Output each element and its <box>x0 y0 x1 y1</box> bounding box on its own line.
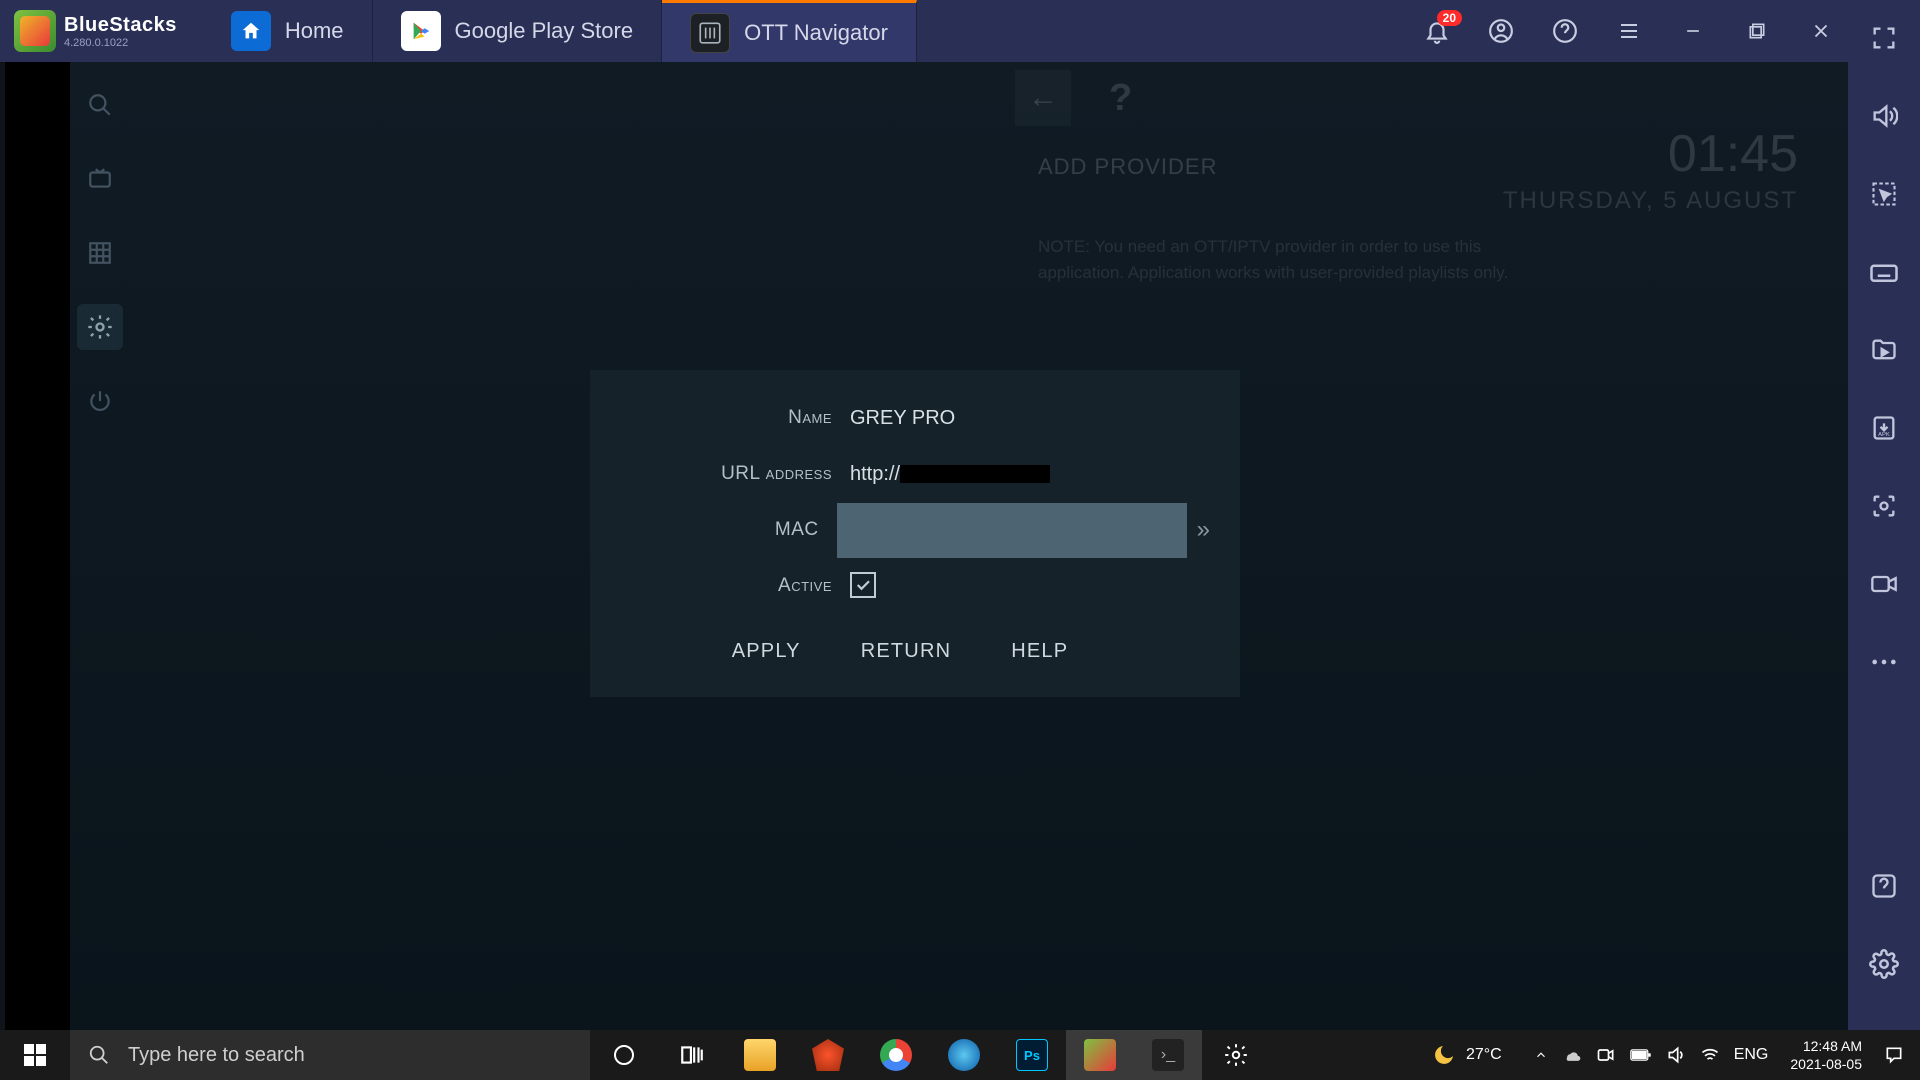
tab-play-store[interactable]: Google Play Store <box>373 0 663 62</box>
return-button[interactable]: RETURN <box>861 640 952 663</box>
help-button[interactable] <box>1550 16 1580 46</box>
hamburger-menu-button[interactable] <box>1614 16 1644 46</box>
taskbar-explorer[interactable] <box>726 1030 794 1080</box>
tab-home-label: Home <box>285 18 344 44</box>
tray-wifi-icon[interactable] <box>1700 1045 1720 1065</box>
media-folder-icon[interactable] <box>1866 332 1902 368</box>
volume-icon[interactable] <box>1866 98 1902 134</box>
taskbar-terminal[interactable]: ›_ <box>1134 1030 1202 1080</box>
weather-temp: 27°C <box>1466 1046 1502 1064</box>
active-label: Active <box>620 575 850 597</box>
taskbar-settings[interactable] <box>1202 1030 1270 1080</box>
account-button[interactable] <box>1486 16 1516 46</box>
tab-ott-navigator[interactable]: OTT Navigator <box>662 0 917 62</box>
screenshot-icon[interactable] <box>1866 488 1902 524</box>
tray-date: 2021-08-05 <box>1790 1055 1862 1073</box>
play-store-icon <box>401 11 441 51</box>
cursor-lock-icon[interactable] <box>1866 176 1902 212</box>
taskbar-photoshop[interactable]: Ps <box>998 1030 1066 1080</box>
name-value[interactable]: GREY PRO <box>850 407 1210 430</box>
tray-language[interactable]: ENG <box>1734 1046 1769 1064</box>
bluestacks-logo: BlueStacks 4.280.0.1022 <box>0 10 191 52</box>
taskbar-cortana[interactable] <box>590 1030 658 1080</box>
ott-help-icon[interactable]: ? <box>1109 77 1132 120</box>
bluestacks-logo-icon <box>14 10 56 52</box>
more-icon[interactable] <box>1866 644 1902 680</box>
weather-moon-icon <box>1432 1043 1456 1067</box>
system-tray: 27°C ENG 12:48 AM 2021-08-05 <box>1416 1037 1920 1073</box>
taskbar-app-blue[interactable] <box>930 1030 998 1080</box>
mac-expand-icon[interactable]: » <box>1197 516 1210 544</box>
tab-play-label: Google Play Store <box>455 18 634 44</box>
url-value[interactable]: http:// <box>850 463 1210 486</box>
tray-time: 12:48 AM <box>1803 1037 1862 1055</box>
ott-back-button[interactable]: ← <box>1015 70 1071 126</box>
search-placeholder: Type here to search <box>128 1044 305 1067</box>
svg-text:APK: APK <box>1878 432 1890 438</box>
minimize-button[interactable] <box>1678 16 1708 46</box>
url-redacted <box>900 465 1050 483</box>
taskbar-brave[interactable] <box>794 1030 862 1080</box>
url-label: URL address <box>620 463 850 485</box>
help-button-modal[interactable]: HELP <box>1011 640 1068 663</box>
windows-taskbar: Type here to search Ps ›_ 27°C ENG 12:48… <box>0 1030 1920 1080</box>
tray-meet-now-icon[interactable] <box>1596 1045 1616 1065</box>
tray-datetime[interactable]: 12:48 AM 2021-08-05 <box>1782 1037 1870 1073</box>
notification-badge: 20 <box>1437 10 1462 26</box>
app-shell: ← ? ADD PROVIDER 01:45 THURSDAY, 5 AUGUS… <box>5 62 1848 1030</box>
taskbar-chrome[interactable] <box>862 1030 930 1080</box>
maximize-button[interactable] <box>1742 16 1772 46</box>
tray-battery-icon[interactable] <box>1630 1048 1652 1062</box>
notifications-button[interactable]: 20 <box>1422 16 1452 46</box>
bluestacks-version: 4.280.0.1022 <box>64 37 177 49</box>
tray-notifications-icon[interactable] <box>1884 1045 1904 1065</box>
bluestacks-titlebar: BlueStacks 4.280.0.1022 Home Google Play… <box>0 0 1920 62</box>
tray-chevron-icon[interactable] <box>1534 1048 1548 1062</box>
taskbar-bluestacks[interactable] <box>1066 1030 1134 1080</box>
provider-modal: Name GREY PRO URL address http:// MAC » … <box>590 370 1240 697</box>
windows-logo-icon <box>24 1044 46 1066</box>
page-heading: ADD PROVIDER <box>1038 154 1217 180</box>
tab-ott-label: OTT Navigator <box>744 20 888 46</box>
mac-input[interactable] <box>837 503 1187 558</box>
search-icon <box>88 1044 110 1066</box>
clock-date: THURSDAY, 5 AUGUST <box>1503 187 1798 215</box>
tray-volume-icon[interactable] <box>1666 1045 1686 1065</box>
ott-app-screen: ← ? ADD PROVIDER 01:45 THURSDAY, 5 AUGUS… <box>70 62 1848 1030</box>
tray-onedrive-icon[interactable] <box>1562 1045 1582 1065</box>
title-actions: 20 <box>1422 16 1920 46</box>
close-button[interactable] <box>1806 16 1836 46</box>
bluestacks-tabs: Home Google Play Store OTT Navigator <box>203 0 917 62</box>
keyboard-icon[interactable] <box>1866 254 1902 290</box>
apply-button[interactable]: APPLY <box>732 640 801 663</box>
mac-label: MAC <box>620 519 837 541</box>
name-label: Name <box>620 407 850 429</box>
letterbox-left <box>5 62 70 1030</box>
provider-note: NOTE: You need an OTT/IPTV provider in o… <box>1038 234 1568 285</box>
taskbar-taskview[interactable] <box>658 1030 726 1080</box>
home-icon <box>231 11 271 51</box>
sidebar-settings-icon[interactable] <box>1866 946 1902 982</box>
tab-home[interactable]: Home <box>203 0 373 62</box>
record-icon[interactable] <box>1866 566 1902 602</box>
fullscreen-icon[interactable] <box>1866 20 1902 56</box>
ott-navigator-icon <box>690 13 730 53</box>
bluestacks-name: BlueStacks <box>64 14 177 37</box>
active-checkbox[interactable] <box>850 572 876 598</box>
main-area: ← ? ADD PROVIDER 01:45 THURSDAY, 5 AUGUS… <box>0 62 1920 1030</box>
sidebar-help-icon[interactable] <box>1866 868 1902 904</box>
bluestacks-sidebar: APK <box>1848 0 1920 1080</box>
clock-time: 01:45 <box>1668 124 1798 184</box>
start-button[interactable] <box>0 1030 70 1080</box>
taskbar-search[interactable]: Type here to search <box>70 1030 590 1080</box>
weather-widget[interactable]: 27°C <box>1432 1043 1502 1067</box>
install-apk-icon[interactable]: APK <box>1866 410 1902 446</box>
